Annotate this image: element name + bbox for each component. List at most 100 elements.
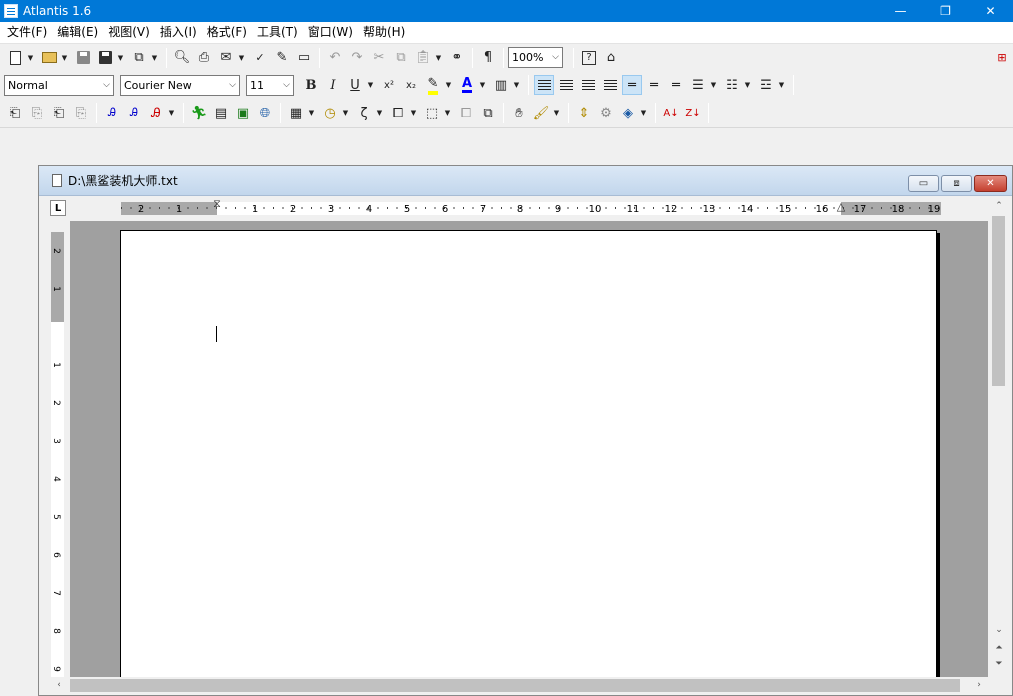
autotext-button[interactable]: ⎘ bbox=[71, 103, 91, 123]
menu-edit[interactable]: 编辑(E) bbox=[52, 22, 103, 43]
subscript-button[interactable]: x₂ bbox=[401, 75, 421, 95]
sort-descending-button[interactable]: Z↓ bbox=[683, 103, 703, 123]
format-painter-dropdown[interactable]: ▼ bbox=[552, 103, 561, 123]
show-formatting-button[interactable]: ¶ bbox=[478, 48, 498, 68]
home-button[interactable]: ⌂ bbox=[601, 48, 621, 68]
toolbar-overflow-button[interactable]: ⊞ bbox=[992, 48, 1012, 68]
document-page[interactable] bbox=[120, 230, 937, 677]
horizontal-scroll-thumb[interactable] bbox=[70, 679, 960, 692]
align-center-button[interactable] bbox=[556, 75, 576, 95]
paste-dropdown[interactable]: ▼ bbox=[434, 48, 443, 68]
vertical-scroll-thumb[interactable] bbox=[992, 216, 1005, 386]
scroll-right-icon[interactable]: › bbox=[973, 678, 985, 692]
document-maximize-button[interactable]: ⧈ bbox=[941, 175, 972, 192]
menu-file[interactable]: 文件(F) bbox=[2, 22, 52, 43]
document-minimize-button[interactable]: ▭ bbox=[908, 175, 939, 192]
insert-symbol-dropdown[interactable]: ▼ bbox=[375, 103, 384, 123]
menu-help[interactable]: 帮助(H) bbox=[358, 22, 410, 43]
single-spacing-button[interactable]: ═ bbox=[622, 75, 642, 95]
insert-field-dropdown[interactable]: ▼ bbox=[443, 103, 452, 123]
menu-format[interactable]: 格式(F) bbox=[202, 22, 252, 43]
horizontal-scrollbar[interactable]: ‹ › bbox=[51, 677, 991, 694]
insert-object-button[interactable]: ⧠ bbox=[388, 103, 408, 123]
help-button[interactable]: ? bbox=[579, 48, 599, 68]
menu-window[interactable]: 窗口(W) bbox=[303, 22, 358, 43]
sort-ascending-button[interactable]: A↓ bbox=[661, 103, 681, 123]
word-count-button[interactable]: ▭ bbox=[294, 48, 314, 68]
print-button[interactable]: ⎙ bbox=[194, 48, 214, 68]
scrapbook-button[interactable]: ⎘ bbox=[27, 103, 47, 123]
insert-picture-button[interactable]: ▣ bbox=[233, 103, 253, 123]
font-size-select[interactable]: 11 ⌵ bbox=[246, 74, 294, 96]
open-dropdown[interactable]: ▼ bbox=[60, 48, 69, 68]
font-color-dropdown[interactable]: ▼ bbox=[478, 75, 487, 95]
align-right-button[interactable] bbox=[578, 75, 598, 95]
outline-dropdown[interactable]: ▼ bbox=[777, 75, 786, 95]
minimize-button[interactable]: — bbox=[878, 0, 923, 22]
change-case-button[interactable]: Ꭿ bbox=[146, 103, 166, 123]
double-spacing-button[interactable]: ═ bbox=[666, 75, 686, 95]
menu-tools[interactable]: 工具(T) bbox=[252, 22, 303, 43]
horizontal-ruler[interactable]: 2 1 1 2 3 4 5 6 7 8 9 10 11 12 13 14 15 … bbox=[121, 198, 941, 215]
email-button[interactable]: ✉ bbox=[216, 48, 236, 68]
layers-dropdown[interactable]: ▼ bbox=[639, 103, 648, 123]
new-document-dropdown[interactable]: ▼ bbox=[26, 48, 35, 68]
justify-button[interactable] bbox=[600, 75, 620, 95]
undo-button[interactable]: ↶ bbox=[325, 48, 345, 68]
navigate-button[interactable]: ⇕ bbox=[574, 103, 594, 123]
save-as-button[interactable] bbox=[95, 48, 115, 68]
bullets-button[interactable]: ☰ bbox=[688, 75, 708, 95]
save-dropdown[interactable]: ▼ bbox=[116, 48, 125, 68]
left-indent-marker[interactable]: ⧖ bbox=[212, 198, 222, 218]
object-properties-button[interactable]: ⧠ bbox=[456, 103, 476, 123]
document-close-button[interactable]: ✕ bbox=[974, 175, 1007, 192]
vertical-scrollbar[interactable]: ⌃ ⌄ ⏶ ⏷ bbox=[990, 197, 1007, 677]
insert-field-button[interactable]: ⬚ bbox=[422, 103, 442, 123]
insert-date-button[interactable]: ▦ bbox=[286, 103, 306, 123]
insert-date-dropdown[interactable]: ▼ bbox=[307, 103, 316, 123]
line-spacing-1-5-button[interactable]: ═ bbox=[644, 75, 664, 95]
document-titlebar[interactable]: D:\黑鲨装机大师.txt ▭ ⧈ ✕ bbox=[39, 166, 1012, 196]
save-button[interactable] bbox=[73, 48, 93, 68]
email-dropdown[interactable]: ▼ bbox=[237, 48, 246, 68]
print-preview-button[interactable]: 🔍︎ bbox=[172, 48, 192, 68]
superscript-button[interactable]: x² bbox=[379, 75, 399, 95]
export-button[interactable]: ⧉ bbox=[129, 48, 149, 68]
insert-hyperlink-button[interactable]: 🌐︎ bbox=[255, 103, 275, 123]
bullets-dropdown[interactable]: ▼ bbox=[709, 75, 718, 95]
insert-object-dropdown[interactable]: ▼ bbox=[409, 103, 418, 123]
insert-time-dropdown[interactable]: ▼ bbox=[341, 103, 350, 123]
highlight-button[interactable]: ✎ bbox=[423, 75, 443, 95]
open-button[interactable] bbox=[39, 48, 59, 68]
align-left-button[interactable] bbox=[534, 75, 554, 95]
font-select[interactable]: Courier New ⌵ bbox=[120, 74, 240, 96]
underline-button[interactable]: U bbox=[345, 75, 365, 95]
menu-insert[interactable]: 插入(I) bbox=[155, 22, 202, 43]
thesaurus-button[interactable]: ✎ bbox=[272, 48, 292, 68]
highlight-dropdown[interactable]: ▼ bbox=[444, 75, 453, 95]
paste-button[interactable]: 📋︎ bbox=[413, 48, 433, 68]
find-button[interactable]: ⚭ bbox=[447, 48, 467, 68]
export-dropdown[interactable]: ▼ bbox=[150, 48, 159, 68]
reference-button[interactable]: ⎗ bbox=[49, 103, 69, 123]
quick-go-button[interactable]: 🏃︎ bbox=[189, 103, 209, 123]
maximize-button[interactable]: ❐ bbox=[923, 0, 968, 22]
cut-button[interactable]: ✂ bbox=[369, 48, 389, 68]
columns-button[interactable]: ▥ bbox=[491, 75, 511, 95]
spellcheck-button[interactable]: ✓ bbox=[250, 48, 270, 68]
convert-button[interactable]: ⧉ bbox=[478, 103, 498, 123]
scroll-up-icon[interactable]: ⌃ bbox=[993, 199, 1005, 213]
insert-time-button[interactable]: ◷ bbox=[320, 103, 340, 123]
close-button[interactable]: ✕ bbox=[968, 0, 1013, 22]
tab-stop-selector[interactable]: L bbox=[50, 200, 66, 216]
bold-button[interactable]: B bbox=[301, 75, 321, 95]
style-select[interactable]: Normal ⌵ bbox=[4, 74, 114, 96]
scroll-left-icon[interactable]: ‹ bbox=[53, 678, 65, 692]
numbering-dropdown[interactable]: ▼ bbox=[743, 75, 752, 95]
next-page-icon[interactable]: ⏷ bbox=[993, 657, 1005, 671]
new-document-button[interactable] bbox=[5, 48, 25, 68]
previous-page-icon[interactable]: ⏶ bbox=[993, 641, 1005, 655]
menu-view[interactable]: 视图(V) bbox=[103, 22, 155, 43]
redo-button[interactable]: ↷ bbox=[347, 48, 367, 68]
columns-dropdown[interactable]: ▼ bbox=[512, 75, 521, 95]
